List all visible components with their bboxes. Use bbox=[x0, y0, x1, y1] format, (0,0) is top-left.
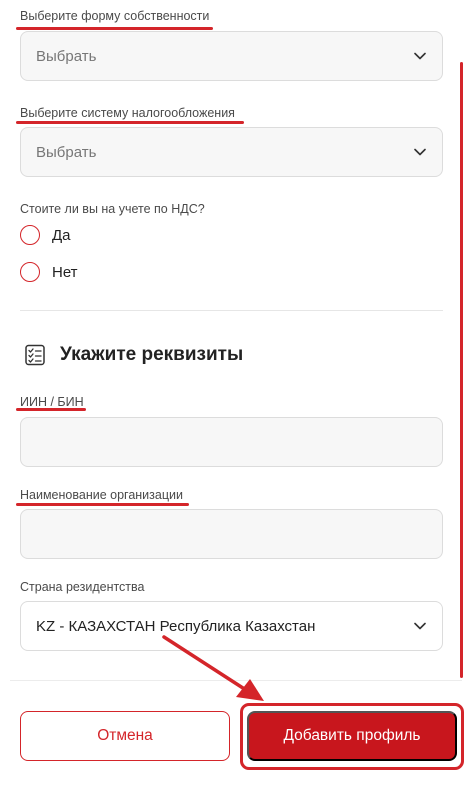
residency-label: Страна резидентства bbox=[20, 580, 145, 594]
add-profile-button[interactable]: Добавить профиль bbox=[247, 711, 457, 761]
ownership-select[interactable]: Выбрать bbox=[20, 31, 443, 81]
chevron-down-icon bbox=[414, 52, 426, 60]
annotation-underline bbox=[16, 503, 189, 506]
ownership-select-value: Выбрать bbox=[36, 47, 97, 65]
section-divider bbox=[20, 310, 443, 311]
radio-option-no[interactable]: Нет bbox=[20, 262, 78, 282]
radio-label: Да bbox=[52, 226, 71, 244]
scrollbar[interactable] bbox=[460, 62, 463, 678]
radio-label: Нет bbox=[52, 263, 78, 281]
annotation-underline bbox=[16, 121, 244, 124]
chevron-down-icon bbox=[414, 622, 426, 630]
iin-label: ИИН / БИН bbox=[20, 395, 84, 409]
taxation-label: Выберите систему налогообложения bbox=[20, 106, 235, 120]
taxation-select[interactable]: Выбрать bbox=[20, 127, 443, 177]
radio-option-yes[interactable]: Да bbox=[20, 225, 71, 245]
annotation-underline bbox=[16, 408, 86, 411]
org-name-input[interactable] bbox=[20, 509, 443, 559]
org-name-label: Наименование организации bbox=[20, 488, 183, 502]
taxation-select-value: Выбрать bbox=[36, 143, 97, 161]
residency-select-value: KZ - КАЗАХСТАН Республика Казахстан bbox=[36, 617, 316, 635]
vat-question: Стоите ли вы на учете по НДС? bbox=[20, 202, 205, 216]
ownership-label: Выберите форму собственности bbox=[20, 9, 210, 23]
radio-button[interactable] bbox=[20, 262, 40, 282]
section-title: Укажите реквизиты bbox=[60, 344, 244, 365]
annotation-underline bbox=[16, 27, 213, 30]
cancel-button[interactable]: Отмена bbox=[20, 711, 230, 761]
radio-button[interactable] bbox=[20, 225, 40, 245]
chevron-down-icon bbox=[414, 148, 426, 156]
iin-input[interactable] bbox=[20, 417, 443, 467]
checklist-icon bbox=[25, 344, 45, 366]
annotation-arrow-icon bbox=[162, 635, 264, 701]
